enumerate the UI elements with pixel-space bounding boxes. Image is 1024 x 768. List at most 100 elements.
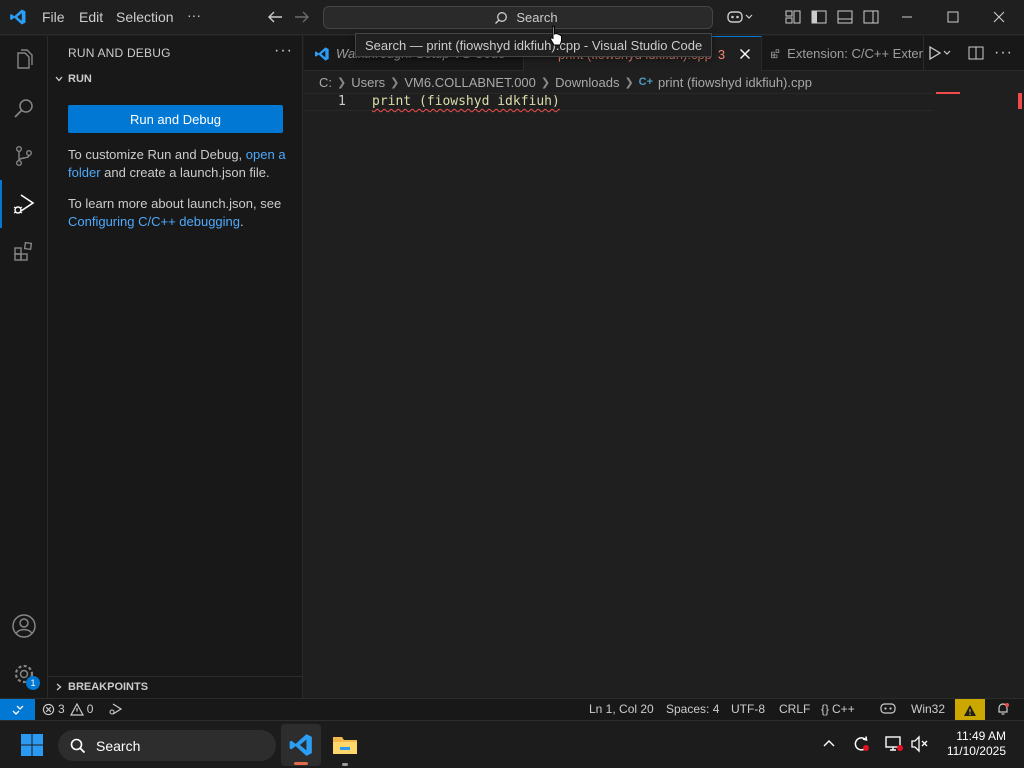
copilot-icon[interactable] <box>727 9 753 25</box>
run-and-debug-sidebar: RUN AND DEBUG ··· RUN Run and Debug To c… <box>48 36 303 698</box>
taskbar-search-box[interactable]: Search <box>58 730 276 761</box>
maximize-icon[interactable] <box>947 11 959 23</box>
command-center-search[interactable]: Search <box>323 6 713 29</box>
run-and-debug-button[interactable]: Run and Debug <box>68 105 283 133</box>
breakpoints-section-header[interactable]: BREAKPOINTS <box>54 681 148 693</box>
sync-status-icon[interactable] <box>851 735 871 753</box>
breadcrumb-item[interactable]: C: <box>319 75 332 90</box>
breadcrumb-item[interactable]: Users <box>351 75 385 90</box>
notifications-bell-icon[interactable] <box>996 702 1010 716</box>
run-and-debug-icon[interactable] <box>0 180 48 228</box>
clock-date: 11/10/2025 <box>946 744 1006 758</box>
help-text-part: To customize Run and Debug, <box>68 147 246 162</box>
close-tab-icon[interactable] <box>739 48 751 60</box>
sidebar-more-actions-icon[interactable]: ··· <box>274 42 293 60</box>
problems-indicator[interactable]: 3 0 <box>42 702 93 716</box>
close-window-icon[interactable] <box>993 11 1005 23</box>
search-icon <box>70 738 86 753</box>
breadcrumb-item[interactable]: Downloads <box>555 75 619 90</box>
help-text-part: To learn more about launch.json, see <box>68 196 282 211</box>
manage-gear-icon[interactable]: 1 <box>0 650 48 698</box>
clock-time: 11:49 AM <box>956 729 1006 743</box>
toggle-secondary-sidebar-icon[interactable] <box>863 10 879 24</box>
chevron-right-icon: ❯ <box>390 76 400 89</box>
help-text-part: . <box>240 214 244 229</box>
vscode-tab-icon <box>315 46 329 61</box>
vscode-logo-icon <box>9 8 27 26</box>
menu-edit[interactable]: Edit <box>79 9 103 25</box>
menu-more[interactable]: ··· <box>187 7 201 23</box>
launch-json-help-text: To learn more about launch.json, see Con… <box>68 195 288 231</box>
line-number: 1 <box>338 94 346 109</box>
minimap-error-mark <box>936 92 960 94</box>
tab-extension-label: Extension: C/C++ Exter <box>787 46 923 61</box>
extensions-icon[interactable] <box>0 228 48 276</box>
chevron-down-icon <box>55 76 63 82</box>
menu-selection[interactable]: Selection <box>116 9 174 25</box>
forward-arrow-icon[interactable] <box>294 10 310 24</box>
tab-extension[interactable]: Extension: C/C++ Exter <box>762 36 924 71</box>
sidebar-title: RUN AND DEBUG <box>68 46 171 60</box>
debug-launch-icon[interactable] <box>108 702 124 716</box>
file-explorer-icon[interactable] <box>331 733 359 766</box>
breadcrumb-item[interactable]: VM6.COLLABNET.000 <box>404 75 536 90</box>
run-section-label: RUN <box>68 73 92 85</box>
breakpoints-section-label: BREAKPOINTS <box>68 681 149 693</box>
taskbar-search-label: Search <box>96 737 141 754</box>
taskbar-vscode-button[interactable] <box>281 724 321 766</box>
configuring-debugging-link[interactable]: Configuring C/C++ debugging <box>68 214 240 229</box>
code-editor[interactable]: 1 print (fiowshyd idkfiuh) <box>304 92 1024 698</box>
error-icon <box>42 703 55 715</box>
chevron-right-icon: ❯ <box>337 76 347 89</box>
search-label: Search <box>516 10 558 25</box>
end-of-line[interactable]: CRLF <box>779 702 810 716</box>
volume-muted-icon[interactable] <box>910 735 930 753</box>
chevron-right-icon <box>56 683 62 691</box>
encoding[interactable]: UTF-8 <box>731 702 765 716</box>
copilot-status-icon[interactable] <box>880 702 896 715</box>
error-count: 3 <box>58 702 65 716</box>
windows-taskbar: Search 11:49 AM 11/10/2025 <box>0 720 1024 768</box>
platform-config[interactable]: Win32 <box>911 702 945 716</box>
remote-indicator-icon[interactable] <box>0 699 35 721</box>
back-arrow-icon[interactable] <box>267 10 283 24</box>
toggle-panel-icon[interactable] <box>837 10 853 24</box>
warning-icon <box>69 702 84 716</box>
language-mode-label: C++ <box>832 702 855 716</box>
source-control-icon[interactable] <box>0 132 48 180</box>
split-editor-icon[interactable] <box>968 46 984 60</box>
help-text-part: and create a launch.json file. <box>100 165 270 180</box>
cpp-file-icon: C+ <box>638 76 654 88</box>
taskbar-clock[interactable]: 11:49 AM 11/10/2025 <box>947 729 1006 759</box>
extensions-tab-icon <box>771 48 780 58</box>
show-hidden-icons-chevron-icon[interactable] <box>822 738 836 748</box>
indentation[interactable]: Spaces: 4 <box>666 702 719 716</box>
toggle-primary-sidebar-icon[interactable] <box>811 10 827 24</box>
warning-status-badge[interactable] <box>955 699 985 721</box>
cursor-position[interactable]: Ln 1, Col 20 <box>589 702 654 716</box>
windows-start-icon[interactable] <box>20 733 44 757</box>
warning-count: 0 <box>86 702 94 716</box>
code-line[interactable]: print (fiowshyd idkfiuh) <box>372 94 560 109</box>
run-section-header[interactable]: RUN <box>54 73 92 85</box>
breadcrumb-file[interactable]: print (fiowshyd idkfiuh).cpp <box>658 75 812 90</box>
update-badge: 1 <box>26 676 40 690</box>
accounts-icon[interactable] <box>0 602 48 650</box>
breadcrumb: C: ❯ Users ❯ VM6.COLLABNET.000 ❯ Downloa… <box>304 71 1024 93</box>
menu-file[interactable]: File <box>42 9 65 25</box>
status-bar: 3 0 Ln 1, Col 20 Spaces: 4 UTF-8 CRLF {}… <box>0 698 1024 721</box>
tab-problem-count: 3 <box>717 46 726 62</box>
customize-layout-icon[interactable] <box>785 10 801 24</box>
editor-more-actions-icon[interactable]: ··· <box>994 44 1013 62</box>
language-mode[interactable]: {} C++ <box>821 702 855 716</box>
search-view-icon[interactable] <box>0 84 48 132</box>
activity-bar: 1 <box>0 36 48 698</box>
minimize-icon[interactable] <box>901 11 913 23</box>
search-tooltip: Search — print (fiowshyd idkfiuh).cpp - … <box>355 33 713 57</box>
explorer-icon[interactable] <box>0 36 48 84</box>
customize-help-text: To customize Run and Debug, open a folde… <box>68 146 288 182</box>
run-code-icon[interactable] <box>926 45 952 61</box>
braces-icon: {} <box>821 702 830 716</box>
divider <box>48 676 303 677</box>
network-display-icon[interactable] <box>884 735 904 753</box>
